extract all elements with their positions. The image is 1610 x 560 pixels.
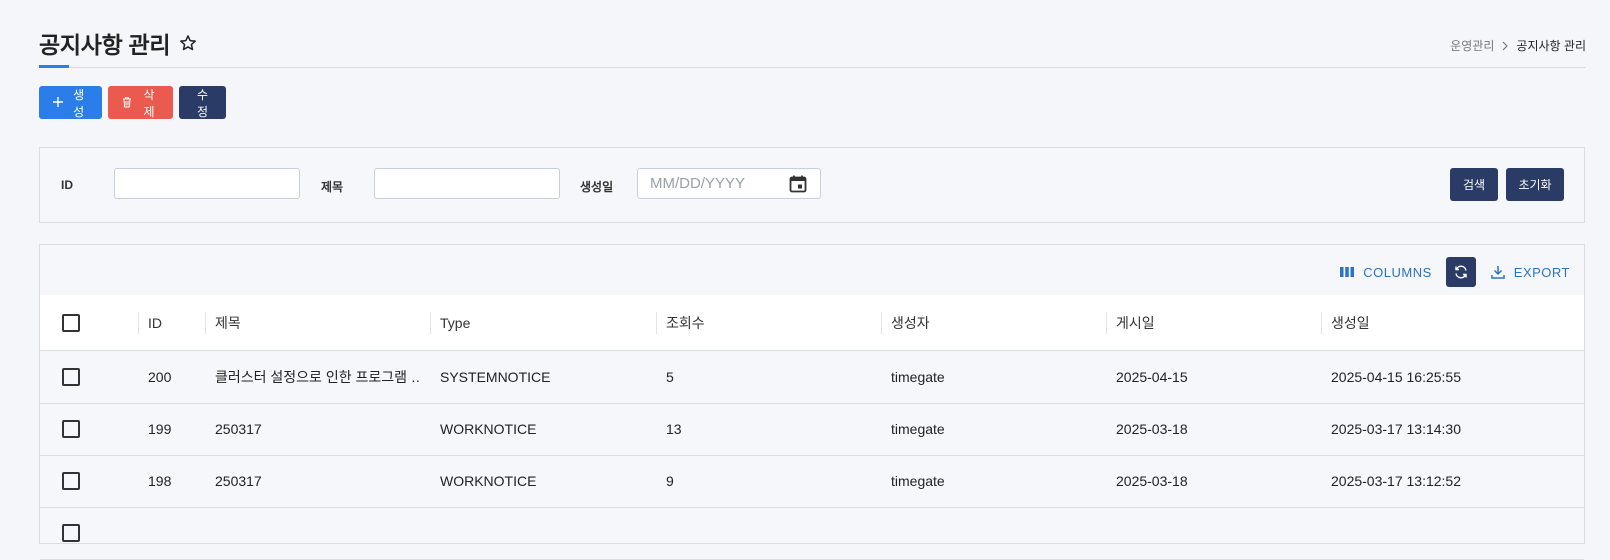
search-button[interactable]: 검색 bbox=[1450, 168, 1498, 201]
create-button-label: 생성 bbox=[73, 87, 85, 119]
column-separator[interactable] bbox=[1106, 312, 1107, 334]
filter-panel: ID 제목 생성일 MM/DD/YYYY 검색 초기화 bbox=[39, 147, 1585, 223]
table-row[interactable] bbox=[40, 507, 1584, 560]
row-checkbox-cell bbox=[62, 351, 80, 403]
reset-button[interactable]: 초기화 bbox=[1506, 168, 1564, 201]
breadcrumb-current: 공지사항 관리 bbox=[1516, 39, 1586, 53]
breadcrumb-parent[interactable]: 운영관리 bbox=[1450, 37, 1494, 54]
export-label: EXPORT bbox=[1513, 264, 1570, 280]
export-button[interactable]: EXPORT bbox=[1490, 264, 1570, 280]
header-id[interactable]: ID bbox=[148, 295, 162, 350]
filter-created-label: 생성일 bbox=[580, 180, 614, 194]
columns-button[interactable]: COLUMNS bbox=[1339, 264, 1432, 280]
table-header: ID 제목 Type 조회수 생성자 게시일 생성일 bbox=[40, 295, 1584, 351]
header-posted[interactable]: 게시일 bbox=[1116, 295, 1155, 350]
cell-created: 2025-04-15 16:25:55 bbox=[1331, 369, 1461, 385]
header-views[interactable]: 조회수 bbox=[666, 295, 705, 350]
plus-icon bbox=[52, 96, 64, 109]
breadcrumb: 운영관리 공지사항 관리 bbox=[1450, 37, 1586, 54]
star-icon[interactable] bbox=[178, 33, 198, 53]
refresh-icon bbox=[1453, 264, 1469, 280]
cell-type: WORKNOTICE bbox=[440, 473, 537, 489]
filter-id-label: ID bbox=[61, 178, 73, 192]
column-separator[interactable] bbox=[205, 312, 206, 334]
edit-button-label: 수정 bbox=[196, 87, 209, 119]
title-input[interactable] bbox=[374, 168, 560, 199]
row-checkbox-cell bbox=[62, 507, 80, 559]
cell-views: 9 bbox=[666, 473, 674, 489]
cell-id: 198 bbox=[148, 473, 172, 489]
delete-button-label: 삭제 bbox=[143, 87, 155, 119]
cell-creator: timegate bbox=[891, 421, 945, 437]
column-separator[interactable] bbox=[881, 312, 882, 334]
cell-type: WORKNOTICE bbox=[440, 421, 537, 437]
header-type[interactable]: Type bbox=[440, 295, 470, 350]
header-checkbox-cell bbox=[62, 295, 80, 350]
action-bar: 생성 삭제 수정 bbox=[39, 86, 226, 119]
row-checkbox-cell bbox=[62, 455, 80, 507]
cell-posted: 2025-04-15 bbox=[1116, 369, 1188, 385]
refresh-button[interactable] bbox=[1445, 257, 1476, 287]
page: 공지사항 관리 운영관리 공지사항 관리 생성 삭제 수정 ID 제목 생성일 … bbox=[39, 0, 1586, 560]
select-all-checkbox[interactable] bbox=[62, 313, 80, 332]
title-underline bbox=[39, 65, 69, 68]
create-button[interactable]: 생성 bbox=[39, 86, 102, 119]
id-input[interactable] bbox=[114, 168, 300, 199]
cell-views: 13 bbox=[666, 421, 682, 437]
cell-created: 2025-03-17 13:12:52 bbox=[1331, 473, 1461, 489]
page-header: 공지사항 관리 운영관리 공지사항 관리 bbox=[39, 0, 1586, 68]
data-grid: COLUMNS EXPORT ID 제목 Type 조회수 생성자 게시일 생성… bbox=[39, 244, 1585, 560]
columns-icon bbox=[1339, 264, 1355, 280]
delete-button[interactable]: 삭제 bbox=[108, 86, 173, 119]
row-checkbox[interactable] bbox=[62, 524, 80, 542]
date-placeholder: MM/DD/YYYY bbox=[650, 175, 746, 192]
cell-title: 250317 bbox=[215, 421, 262, 437]
grid-toolbar: COLUMNS EXPORT bbox=[1339, 257, 1570, 287]
cell-posted: 2025-03-18 bbox=[1116, 473, 1188, 489]
filter-title-label: 제목 bbox=[321, 180, 344, 194]
date-input[interactable]: MM/DD/YYYY bbox=[637, 168, 821, 199]
table-row[interactable]: 198 250317 WORKNOTICE 9 timegate 2025-03… bbox=[40, 455, 1584, 508]
cell-id: 199 bbox=[148, 421, 172, 437]
row-checkbox[interactable] bbox=[62, 472, 80, 490]
table-row[interactable]: 200 클러스터 설정으로 인한 프로그램 … SYSTEMNOTICE 5 t… bbox=[40, 351, 1584, 404]
row-checkbox-cell bbox=[62, 403, 80, 455]
header-title[interactable]: 제목 bbox=[215, 295, 241, 350]
column-separator[interactable] bbox=[430, 312, 431, 334]
cell-type: SYSTEMNOTICE bbox=[440, 369, 551, 385]
cell-creator: timegate bbox=[891, 369, 945, 385]
page-title: 공지사항 관리 bbox=[39, 32, 171, 58]
cell-title: 클러스터 설정으로 인한 프로그램 … bbox=[215, 369, 420, 385]
header-created[interactable]: 생성일 bbox=[1331, 295, 1370, 350]
edit-button[interactable]: 수정 bbox=[179, 86, 226, 119]
cell-posted: 2025-03-18 bbox=[1116, 421, 1188, 437]
row-checkbox[interactable] bbox=[62, 368, 80, 386]
cell-id: 200 bbox=[148, 369, 172, 385]
column-separator[interactable] bbox=[1321, 312, 1322, 334]
table-row[interactable]: 199 250317 WORKNOTICE 13 timegate 2025-0… bbox=[40, 403, 1584, 456]
header-creator[interactable]: 생성자 bbox=[891, 295, 930, 350]
header-divider bbox=[39, 67, 1586, 68]
columns-label: COLUMNS bbox=[1363, 264, 1432, 280]
row-checkbox[interactable] bbox=[62, 420, 80, 438]
column-separator[interactable] bbox=[656, 312, 657, 334]
cell-views: 5 bbox=[666, 369, 674, 385]
calendar-icon[interactable] bbox=[788, 174, 808, 194]
cell-created: 2025-03-17 13:14:30 bbox=[1331, 421, 1461, 437]
title-wrap: 공지사항 관리 bbox=[39, 26, 198, 60]
download-icon bbox=[1490, 264, 1506, 280]
chevron-right-icon bbox=[1500, 41, 1510, 51]
cell-creator: timegate bbox=[891, 473, 945, 489]
trash-icon bbox=[121, 96, 134, 109]
cell-title: 250317 bbox=[215, 473, 262, 489]
column-separator[interactable] bbox=[138, 312, 139, 334]
